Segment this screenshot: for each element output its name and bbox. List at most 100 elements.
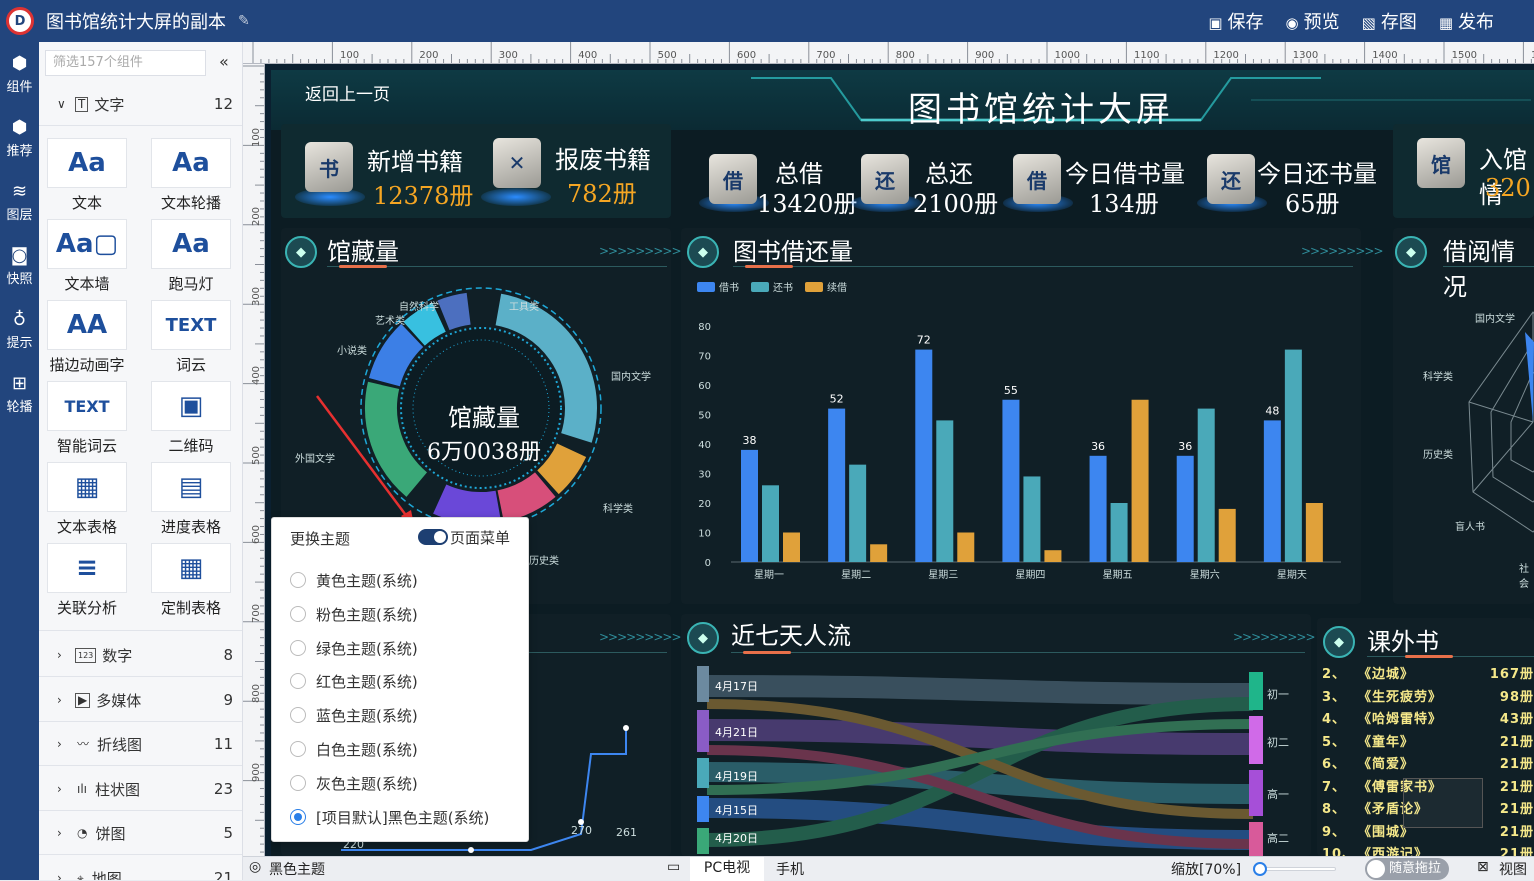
category-number[interactable]: › 123 数字 8 [39,635,242,675]
y-tick-label: 50 [698,411,711,422]
ai-cube-icon: ⬢ [11,117,28,138]
ruler-tick: 500 [251,445,263,465]
filter-input[interactable]: 筛选157个组件 [45,50,206,76]
zoom-slider-handle[interactable] [1253,862,1267,876]
save-button[interactable]: ▣ 保存 [1208,8,1263,34]
theme-option-gray[interactable]: 灰色主题(系统) [290,771,418,795]
nav-recommend[interactable]: ⬢ 推荐 [0,106,39,170]
comp-word-cloud[interactable]: TEXT 词云 [143,296,242,377]
ruler-tick: 200 [251,207,263,227]
legend-label: 借书 [719,282,739,294]
publish-button[interactable]: ▦ 发布 [1439,8,1494,34]
theme-option-black-default[interactable]: [项目默认]黑色主题(系统) [290,805,489,829]
sankey-label: 4月20日 [715,832,758,845]
y-tick-label: 20 [698,499,711,510]
comp-thumb: Aa [47,138,127,188]
stats-panel-right: 馆 入馆情 320 [1393,124,1534,218]
title-underline [1405,655,1453,658]
stats-panel-center: 借 总借 13420册 还 总还 2100册 借 今日借书量 134册 还 今日… [681,124,1381,218]
document-title[interactable]: 图书馆统计大屏的副本 [46,8,226,34]
number-icon: 123 [75,647,97,663]
comp-text-table[interactable]: ▦ 文本表格 [39,458,143,539]
comp-stroke-anim[interactable]: AA 描边动画字 [39,296,143,377]
comp-progress-table[interactable]: ▤ 进度表格 [143,458,242,539]
theme-option-blue[interactable]: 蓝色主题(系统) [290,703,418,727]
ruler-tick: 600 [737,50,757,61]
category-pie[interactable]: › ◔ 饼图 5 [39,813,242,853]
comp-text-wall[interactable]: Aa▢ 文本墙 [39,215,143,296]
collapse-icon[interactable]: « [219,52,229,71]
book-count: 21册 [1499,802,1534,817]
book-count: 21册 [1499,757,1534,772]
preview-button[interactable]: ◉ 预览 [1286,8,1340,34]
zoom-slider-track[interactable] [1256,867,1336,871]
category-line[interactable]: › 〰折线图 11 [39,724,242,764]
comp-text-carousel[interactable]: Aa 文本轮播 [143,134,242,215]
comp-qrcode[interactable]: ▣ 二维码 [143,377,242,458]
book-title: 《童年》 [1358,734,1415,750]
radio[interactable] [290,741,306,757]
category-map[interactable]: › ⌖ 地图 21 [39,858,242,880]
comp-text[interactable]: Aa 文本 [39,134,143,215]
tab-pc-tv[interactable]: PC电视 [690,857,764,881]
stat-value: 134册 [1089,190,1159,218]
palette-icon[interactable]: ◎ [249,859,261,875]
nav-components[interactable]: ⬢ 组件 [0,42,39,106]
top-bar: D 图书馆统计大屏的副本 ✎ ▣ 保存 ◉ 预览 ▧ 存图 ▦ 发布 [0,0,1534,42]
book-rank: 9、 [1322,824,1347,840]
category-text[interactable]: ∨ T 文字 12 [39,84,242,124]
view-button[interactable]: 视图 [1499,859,1527,879]
view-icon[interactable]: ⊠ [1477,859,1489,875]
category-media[interactable]: › ▶ 多媒体 9 [39,680,242,720]
book-row: 2、 《边城》 167册 [1322,664,1534,687]
theme-selector[interactable]: 黑色主题 [269,859,325,879]
book-row: 10、 《西游记》 21册 [1322,844,1534,856]
nav-tips[interactable]: ♁ 提示 [0,298,39,362]
theme-option-white[interactable]: 白色主题(系统) [290,737,418,761]
nav-snapshot[interactable]: ◙ 快照 [0,234,39,298]
theme-option-pink[interactable]: 粉色主题(系统) [290,602,418,626]
radio[interactable] [290,606,306,622]
sankey-label: 4月17日 [715,680,758,693]
line-label: 270 [571,824,592,837]
comp-custom-table[interactable]: ▦ 定制表格 [143,539,242,620]
selection-box[interactable] [1403,778,1483,828]
graduation-cap-icon: ◆ [1323,626,1355,658]
ruler-tick: 400 [251,366,263,386]
book-row: 5、 《童年》 21册 [1322,732,1534,755]
comp-relation[interactable]: ≡ 关联分析 [39,539,143,620]
pencil-icon[interactable]: ✎ [238,13,250,29]
monitor-icon[interactable]: ▭ [667,859,680,875]
save-image-button[interactable]: ▧ 存图 [1362,8,1417,34]
ruler-tick: 900 [251,763,263,783]
ruler-tick: 700 [251,604,263,624]
category-bar[interactable]: › ılı 柱状图 23 [39,769,242,809]
ruler-tick: 400 [578,50,598,61]
radio-selected[interactable] [290,809,306,825]
comp-thumb: ▤ [151,462,231,512]
nav-layers[interactable]: ≋ 图层 [0,170,39,234]
top-actions: ▣ 保存 ◉ 预览 ▧ 存图 ▦ 发布 [1208,0,1494,42]
comp-marquee[interactable]: Aa 跑马灯 [143,215,242,296]
theme-option-green[interactable]: 绿色主题(系统) [290,636,418,660]
y-tick-label: 10 [698,529,711,540]
comp-thumb: ≡ [47,543,127,593]
radio[interactable] [290,707,306,723]
page-menu-toggle[interactable] [418,529,448,545]
stat-value: 320 [1485,174,1531,202]
book-rank: 4、 [1322,712,1347,727]
ruler-tick: 900 [975,50,995,61]
radio[interactable] [290,673,306,689]
tab-phone[interactable]: 手机 [776,859,804,879]
radio[interactable] [290,775,306,791]
nav-carousel[interactable]: ⊞ 轮播 [0,362,39,426]
free-drag-toggle[interactable]: 随意拖拉 [1365,858,1449,880]
theme-option-red[interactable]: 红色主题(系统) [290,669,418,693]
theme-option-yellow[interactable]: 黄色主题(系统) [290,568,418,592]
radio[interactable] [290,572,306,588]
comp-smart-cloud[interactable]: TEXT 智能词云 [39,377,143,458]
radio[interactable] [290,640,306,656]
sankey-label: 初二 [1267,736,1289,749]
book-count: 98册 [1499,689,1534,705]
save-icon: ▣ [1208,14,1223,32]
